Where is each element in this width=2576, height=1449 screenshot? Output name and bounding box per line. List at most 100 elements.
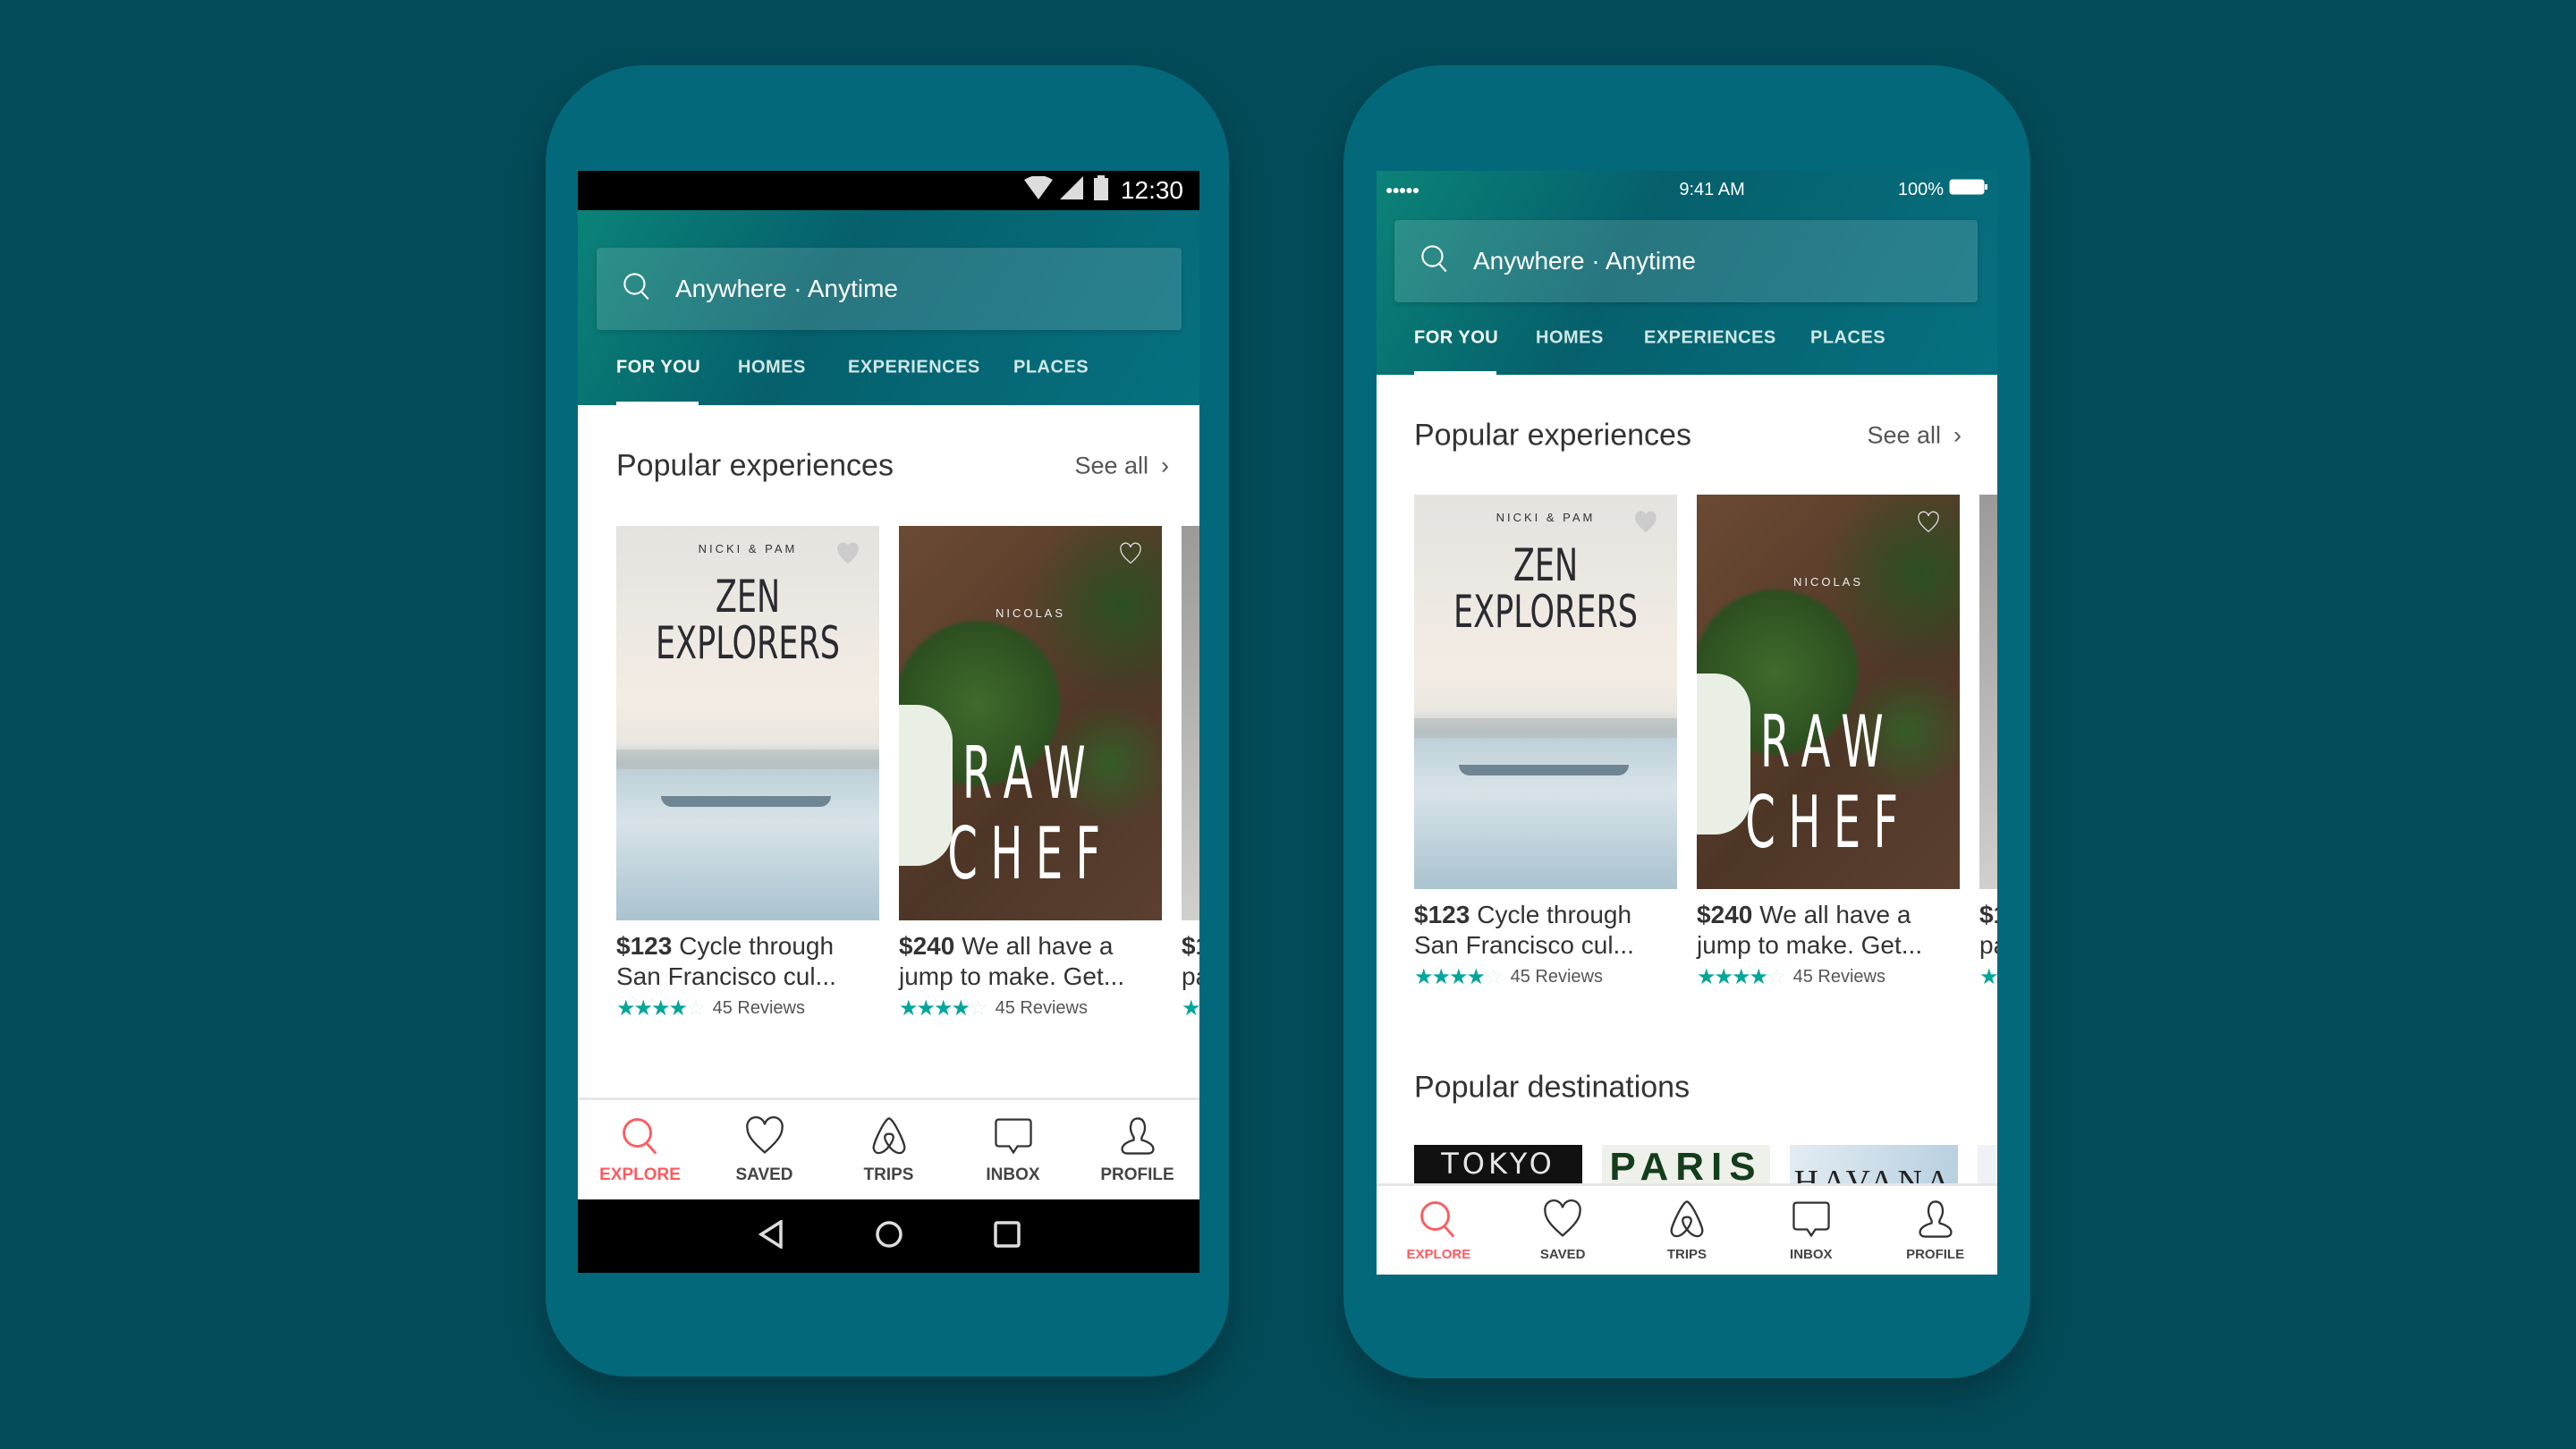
destination-tokyo[interactable]: TOKYO (1414, 1145, 1582, 1183)
price: $123 (616, 932, 673, 960)
rating-row: ★☆☆☆☆ (1182, 996, 1199, 1021)
image-title-2: EXPLORERS (1453, 586, 1638, 638)
review-count: 45 Reviews (712, 998, 805, 1018)
experience-description: $123 Cycle through (616, 931, 879, 962)
tab-experiences[interactable]: EXPERIENCES (1644, 328, 1776, 349)
experience-card[interactable]: $1pa★☆☆☆☆ (1979, 495, 1997, 990)
person-icon (1117, 1115, 1158, 1162)
price: $1 (1979, 901, 1997, 928)
back-icon[interactable] (758, 1218, 784, 1253)
image-title-1: ZEN (1513, 539, 1579, 591)
rating-row: ★★★★☆ 45 Reviews (616, 996, 879, 1021)
image-title-2: CHEF (947, 812, 1114, 895)
description-line-2: pa (1182, 962, 1199, 990)
search-icon (1394, 243, 1473, 280)
tab-homes[interactable]: HOMES (1536, 328, 1604, 349)
android-screen: 12:30 Anywhere · Anytime FOR YOU HOMES EXPER… (578, 171, 1199, 1273)
chevron-right-icon: › (1161, 452, 1169, 479)
status-bar: ●●●●● 9:41 AM 100% (1377, 171, 1997, 208)
nav-explore[interactable]: EXPLORE (578, 1100, 702, 1199)
image-title-1: ZEN (715, 571, 781, 623)
favorite-heart-icon[interactable] (1634, 511, 1657, 538)
battery-icon (1093, 174, 1108, 207)
see-all-link[interactable]: See all › (1074, 453, 1169, 480)
nav-label: SAVED (735, 1165, 793, 1184)
description-line-2: jump to make. Get... (899, 962, 1125, 990)
favorite-heart-icon[interactable] (1119, 542, 1142, 570)
nav-label: PROFILE (1100, 1165, 1174, 1184)
experience-description: $1 (1979, 900, 1997, 930)
nav-profile[interactable]: PROFILE (1075, 1100, 1199, 1199)
rating-row: ★★★★☆ 45 Reviews (1414, 964, 1677, 990)
review-count: 45 Reviews (1792, 967, 1885, 987)
bottom-tab-bar: EXPLORE SAVED TRIPS INBOX PROFILE (1377, 1183, 1997, 1275)
experience-image: NICKI & PAM ZEN EXPLORERS (1414, 495, 1677, 889)
status-bar: 12:30 (578, 171, 1199, 210)
heart-icon (1542, 1199, 1583, 1243)
experience-card[interactable]: $1pa ★☆☆☆☆ (1182, 526, 1199, 1021)
experience-image: NICOLAS RAW CHEF (1697, 495, 1960, 889)
see-all-link[interactable]: See all › (1867, 422, 1962, 450)
chat-bubble-icon (993, 1115, 1034, 1162)
airbnb-logo-icon (869, 1115, 910, 1162)
destination-label: TOKYO (1441, 1147, 1555, 1181)
tab-homes[interactable]: HOMES (738, 358, 806, 378)
experience-card[interactable]: NICOLAS RAW CHEF $240 We all have a jump to m… (1697, 495, 1960, 990)
section-title: Popular experiences (1414, 418, 1691, 453)
price: $123 (1414, 901, 1470, 928)
nav-saved[interactable]: SAVED (1501, 1186, 1625, 1275)
description-line-2: San Francisco cul... (616, 962, 836, 990)
star-rating-icon: ★☆☆☆☆ (1979, 965, 1997, 989)
nav-label: EXPLORE (599, 1165, 681, 1184)
nav-explore[interactable]: EXPLORE (1377, 1186, 1501, 1275)
tab-places[interactable]: PLACES (1013, 358, 1089, 378)
favorite-heart-icon[interactable] (1917, 511, 1940, 538)
search-icon (620, 1115, 661, 1162)
favorite-heart-icon[interactable] (836, 542, 860, 570)
nav-label: EXPLORE (1406, 1247, 1471, 1262)
nav-label: TRIPS (863, 1165, 914, 1184)
battery-icon (1949, 179, 1988, 200)
nav-label: PROFILE (1906, 1247, 1965, 1262)
experience-description: $123 Cycle through (1414, 900, 1677, 930)
star-rating-icon: ★★★★☆ (1697, 965, 1786, 989)
chat-bubble-icon (1791, 1199, 1832, 1243)
image-title-2: CHEF (1745, 781, 1911, 864)
nav-trips[interactable]: TRIPS (1625, 1186, 1750, 1275)
destinations-title: Popular destinations (1414, 1070, 1690, 1105)
nav-inbox[interactable]: INBOX (951, 1100, 1075, 1199)
nav-inbox[interactable]: INBOX (1749, 1186, 1873, 1275)
section-title: Popular experiences (616, 448, 894, 483)
search-bar[interactable]: Anywhere · Anytime (597, 248, 1182, 330)
experience-description: $1 (1182, 931, 1199, 962)
experience-card[interactable]: NICOLAS RAW CHEF $240 We all have a jump to m… (899, 526, 1162, 1021)
experience-card[interactable]: NICKI & PAM ZEN EXPLORERS $123 Cycle through… (1414, 495, 1677, 990)
signal-dots: ●●●●● (1385, 182, 1419, 197)
bottom-tab-bar: EXPLORE SAVED TRIPS INBOX PROFILE (578, 1097, 1199, 1199)
tab-for-you[interactable]: FOR YOU (616, 358, 700, 378)
recents-icon[interactable] (993, 1220, 1021, 1252)
active-tab-indicator (616, 402, 699, 405)
nav-label: TRIPS (1666, 1247, 1707, 1262)
nav-label: INBOX (1790, 1247, 1833, 1262)
tab-experiences[interactable]: EXPERIENCES (848, 358, 980, 378)
ios-screen: ●●●●● 9:41 AM 100% Anywhere · Anytime FOR YO… (1377, 171, 1997, 1275)
tab-for-you[interactable]: FOR YOU (1414, 328, 1498, 349)
search-icon (1418, 1199, 1459, 1243)
see-all-label: See all (1074, 452, 1148, 479)
nav-saved[interactable]: SAVED (702, 1100, 826, 1199)
star-rating-icon: ★★★★☆ (1414, 965, 1504, 989)
search-placeholder: Anywhere · Anytime (1473, 247, 1696, 275)
description-line-1: We all have a (1759, 901, 1911, 928)
nav-trips[interactable]: TRIPS (826, 1100, 951, 1199)
description-line-2: San Francisco cul... (1414, 931, 1634, 959)
heart-icon (744, 1115, 785, 1162)
tab-places[interactable]: PLACES (1810, 328, 1885, 349)
experience-image (1979, 495, 1997, 889)
search-bar[interactable]: Anywhere · Anytime (1394, 220, 1978, 302)
chevron-right-icon: › (1953, 421, 1962, 449)
experience-card[interactable]: NICKI & PAM ZEN EXPLORERS $123 Cycle through… (616, 526, 879, 1021)
nav-profile[interactable]: PROFILE (1873, 1186, 1997, 1275)
see-all-label: See all (1867, 421, 1941, 449)
home-icon[interactable] (875, 1220, 903, 1253)
